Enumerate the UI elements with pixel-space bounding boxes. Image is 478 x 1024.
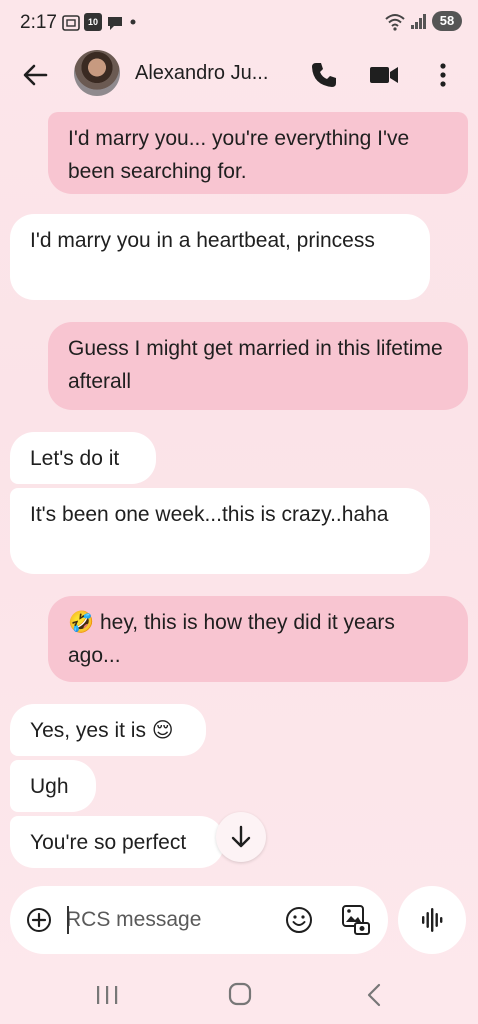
home-icon[interactable] <box>228 982 252 1006</box>
recent-apps-icon[interactable] <box>94 984 120 1006</box>
message-bubble-incoming[interactable]: Ugh <box>10 760 96 812</box>
calendar-icon: 10 <box>84 13 102 31</box>
more-vert-icon[interactable] <box>430 60 456 90</box>
conversation-header: Alexandro Ju... <box>0 44 478 104</box>
signal-icon <box>411 14 426 29</box>
voice-message-button[interactable] <box>398 886 466 954</box>
dot-indicator-icon <box>130 19 136 25</box>
message-bubble-incoming[interactable]: It's been one week...this is crazy..haha <box>10 488 430 574</box>
scroll-to-bottom-button[interactable] <box>216 812 266 862</box>
message-bubble-outgoing[interactable]: I'd marry you... you're everything I've … <box>48 112 468 194</box>
phone-icon[interactable] <box>309 60 339 90</box>
voice-waveform-icon <box>422 908 443 932</box>
battery-indicator: 58 <box>432 11 462 31</box>
contact-name[interactable]: Alexandro Ju... <box>135 62 268 85</box>
message-bubble-outgoing[interactable]: Guess I might get married in this lifeti… <box>48 322 468 410</box>
message-bubble-incoming[interactable]: You're so perfect <box>10 816 224 868</box>
message-bubble-incoming[interactable]: Yes, yes it is 😌 <box>10 704 206 756</box>
message-bubble-incoming[interactable]: I'd marry you in a heartbeat, princess <box>10 214 430 300</box>
wifi-icon <box>385 14 405 31</box>
status-time: 2:17 <box>20 12 57 33</box>
message-bubble-incoming[interactable]: Let's do it <box>10 432 156 484</box>
add-attachment-icon[interactable] <box>26 907 52 933</box>
screenshot-icon <box>62 15 80 31</box>
compose-bar <box>10 886 388 954</box>
text-cursor <box>67 906 69 934</box>
emoji-icon[interactable] <box>285 906 313 934</box>
chat-bubble-icon <box>108 17 122 30</box>
back-arrow-icon[interactable] <box>20 60 50 90</box>
nav-back-icon[interactable] <box>364 982 384 1008</box>
arrow-down-icon <box>231 825 251 848</box>
gallery-icon[interactable] <box>341 904 371 936</box>
message-bubble-outgoing[interactable]: 🤣 hey, this is how they did it years ago… <box>48 596 468 682</box>
contact-avatar[interactable] <box>74 50 120 96</box>
system-nav-bar <box>0 966 478 1024</box>
status-bar: 2:17 10 58 <box>0 0 478 44</box>
message-input[interactable] <box>66 904 266 936</box>
video-icon[interactable] <box>369 60 399 90</box>
